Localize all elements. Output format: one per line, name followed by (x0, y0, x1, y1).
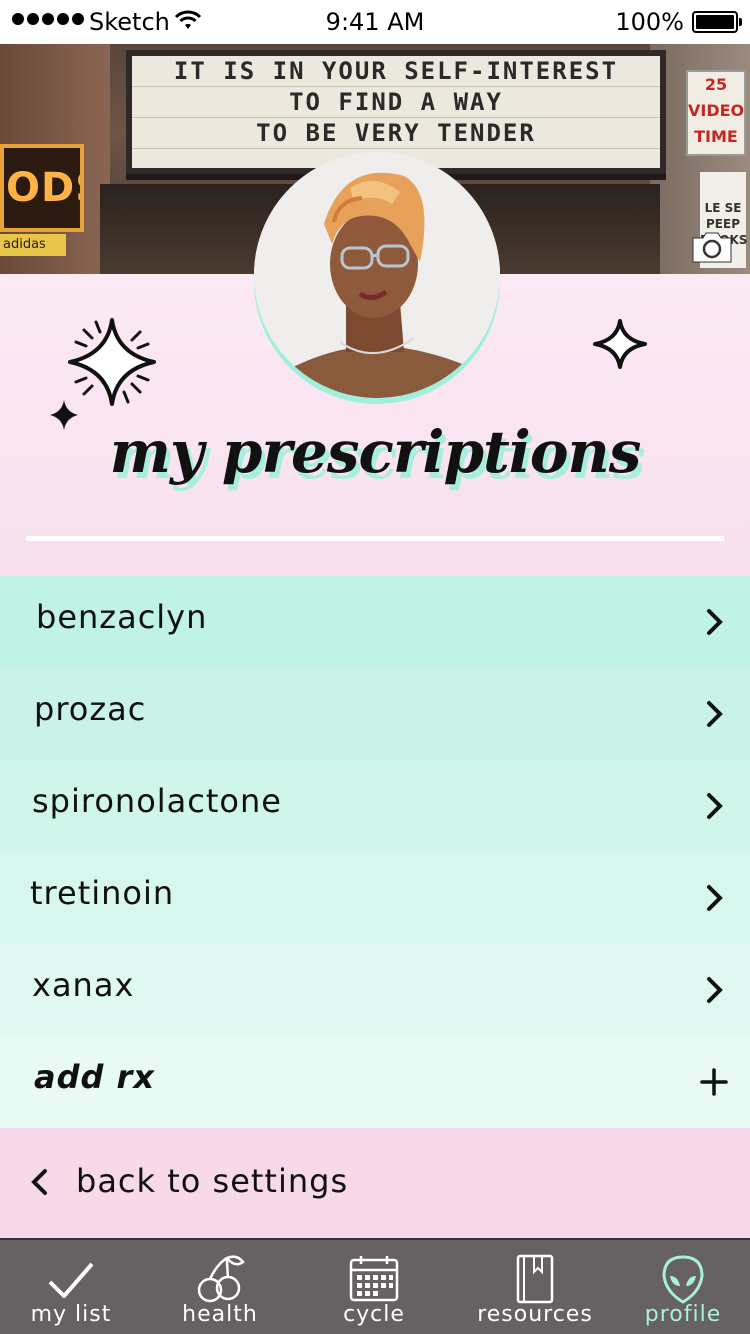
tab-label: profile (644, 1302, 722, 1327)
prescription-label: benzaclyn (36, 598, 208, 636)
prescription-row[interactable]: prozac (0, 668, 750, 760)
camera-icon[interactable] (690, 230, 734, 264)
prescription-label: tretinoin (30, 874, 175, 912)
battery-icon (692, 11, 742, 33)
tab-label: resources (477, 1302, 593, 1327)
chevron-right-icon (707, 701, 723, 727)
chevron-right-icon (707, 609, 723, 635)
back-to-settings-label: back to settings (76, 1162, 349, 1200)
tab-label: health (182, 1302, 258, 1327)
prescription-list: benzaclyn prozac spironolactone tretinoi… (0, 576, 750, 1128)
add-rx-button[interactable]: add rx (0, 1036, 750, 1128)
cherries-icon (197, 1255, 245, 1303)
prescription-label: xanax (32, 966, 135, 1004)
sparkle-icon (593, 319, 647, 369)
marquee-line: TO BE VERY TENDER (132, 118, 660, 149)
tab-my-list[interactable]: my list (0, 1240, 142, 1334)
prescription-row[interactable]: benzaclyn (0, 576, 750, 668)
marquee-line: TO FIND A WAY (132, 87, 660, 118)
tab-bar: my list health cycle resources profile (0, 1238, 750, 1334)
sparkle-icon (68, 318, 156, 406)
checkmark-icon (48, 1262, 94, 1298)
storefront-sign: ODS (0, 144, 84, 232)
tab-label: my list (30, 1302, 112, 1327)
tab-label: cycle (343, 1302, 405, 1327)
tab-profile[interactable]: profile (616, 1240, 750, 1334)
video-sign-line: VIDEO (688, 101, 745, 120)
chevron-left-icon (31, 1169, 47, 1195)
tab-cycle[interactable]: cycle (302, 1240, 446, 1334)
prescription-label: prozac (34, 690, 147, 728)
status-bar: Sketch 9:41 AM 100% (0, 0, 750, 44)
divider (26, 536, 724, 541)
profile-avatar[interactable] (254, 152, 500, 398)
book-icon (516, 1254, 554, 1304)
tab-resources[interactable]: resources (460, 1240, 610, 1334)
alien-icon (662, 1255, 704, 1304)
calendar-icon (349, 1256, 399, 1302)
page-title: my prescriptions (109, 418, 642, 486)
plus-icon (700, 1068, 728, 1096)
battery-percentage: 100% (615, 8, 684, 36)
add-rx-label: add rx (34, 1058, 155, 1096)
prescription-label: spironolactone (32, 782, 282, 820)
storefront-sign-small: adidas (0, 234, 66, 256)
video-sign: 25 VIDEO TIME (686, 70, 746, 156)
tab-health[interactable]: health (148, 1240, 292, 1334)
avatar-portrait (254, 152, 500, 398)
marquee-line: IT IS IN YOUR SELF-INTEREST (132, 56, 660, 87)
chevron-right-icon (707, 793, 723, 819)
prescription-row[interactable]: spironolactone (0, 760, 750, 852)
peep-sign-line: LE SE (704, 201, 742, 215)
prescription-row[interactable]: xanax (0, 944, 750, 1036)
prescription-row[interactable]: tretinoin (0, 852, 750, 944)
video-sign-line: TIME (694, 127, 738, 146)
video-sign-line: 25 (704, 75, 728, 94)
back-to-settings-button[interactable]: back to settings (0, 1128, 750, 1238)
chevron-right-icon (707, 885, 723, 911)
chevron-right-icon (707, 977, 723, 1003)
